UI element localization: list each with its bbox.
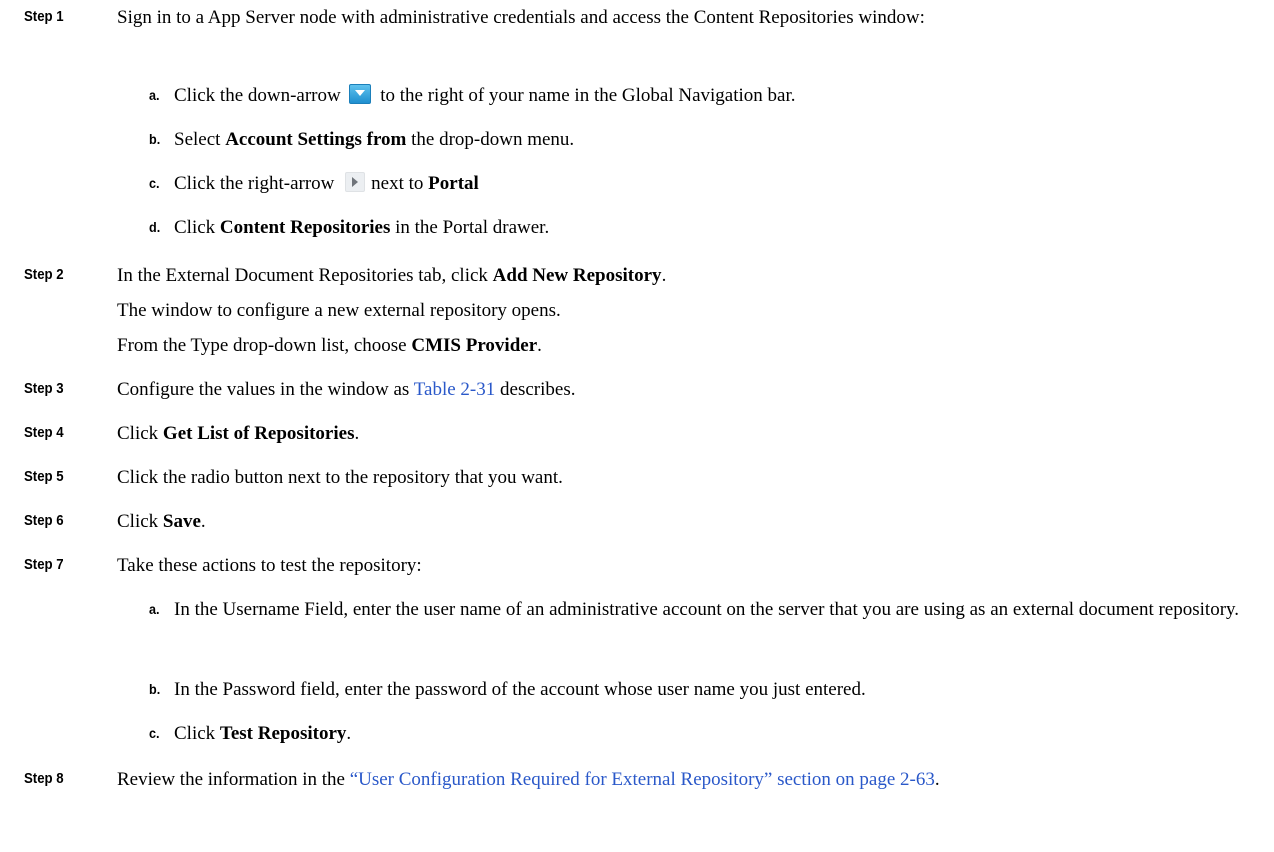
document-page: Step 1 Sign in to a App Server node with… [0, 0, 1274, 852]
sub-text-end: in the Portal drawer. [390, 217, 550, 238]
section-link[interactable]: “User Configuration Required for Externa… [350, 769, 935, 790]
sub-label: a. [149, 601, 160, 617]
step-text: Click [117, 511, 163, 532]
sub-text: Select [174, 129, 226, 150]
step-text-end: . [661, 265, 667, 286]
step-text-end: . [537, 335, 542, 356]
step-2-instruction: From the Type drop-down list, choose CMI… [117, 332, 542, 360]
step-label: Step 4 [24, 424, 64, 441]
step-2-note: The window to configure a new external r… [117, 300, 561, 321]
step-text-end: . [354, 423, 360, 444]
ui-term: Get List of Repositories [162, 423, 355, 444]
sub-text: Click the down-arrow [174, 85, 346, 106]
sub-label: c. [149, 175, 160, 191]
triangle-right-icon [345, 172, 366, 192]
step-text: Click the radio button next to the repos… [117, 467, 563, 488]
step-label: Step 5 [24, 468, 64, 485]
step-text: Take these actions to test the repositor… [117, 555, 422, 576]
step-label: Step 7 [24, 556, 64, 573]
sub-label: c. [149, 725, 160, 741]
ui-term: Save [162, 511, 201, 532]
sub-label: a. [149, 87, 160, 103]
sub-text: In the Password field, enter the passwor… [174, 679, 866, 700]
step-label: Step 6 [24, 512, 64, 529]
step-text: Click [117, 423, 163, 444]
sub-text: In the Username Field, enter the user na… [174, 599, 1240, 620]
ui-term: Content Repositories [219, 217, 391, 238]
sub-text: Click the right-arrow [174, 173, 340, 194]
step-label: Step 1 [24, 8, 64, 25]
step-text: In the External Document Repositories ta… [117, 265, 493, 286]
step-text-end: . [934, 769, 940, 790]
sub-label: b. [149, 681, 161, 697]
chevron-down-icon [349, 84, 372, 104]
sub-label: b. [149, 131, 161, 147]
table-link[interactable]: Table 2-31 [414, 379, 496, 400]
step-label: Step 2 [24, 266, 64, 283]
step-text-end: . [200, 511, 206, 532]
sub-text: next to [371, 173, 429, 194]
step-text-end: describes. [495, 379, 576, 400]
sub-text-end: the drop-down menu. [406, 129, 575, 150]
step-text: Configure the values in the window as [117, 379, 414, 400]
ui-term: Portal [428, 173, 479, 194]
step-label: Step 8 [24, 770, 64, 787]
ui-term: Account Settings from [225, 129, 407, 150]
sub-text: Click [174, 217, 220, 238]
sub-text-end: to the right of your name in the Global … [375, 85, 796, 106]
ui-term: CMIS Provider [411, 335, 538, 356]
sub-label: d. [149, 219, 161, 235]
sub-text-end: . [346, 723, 352, 744]
sub-text: Click [174, 723, 220, 744]
ui-term: Add New Repository [492, 265, 662, 286]
step-label: Step 3 [24, 380, 64, 397]
step-text: From the Type drop-down list, choose [117, 335, 412, 356]
step-text: Review the information in the [117, 769, 350, 790]
ui-term: Test Repository [219, 723, 347, 744]
step-text: Sign in to a App Server node with admini… [117, 7, 925, 28]
